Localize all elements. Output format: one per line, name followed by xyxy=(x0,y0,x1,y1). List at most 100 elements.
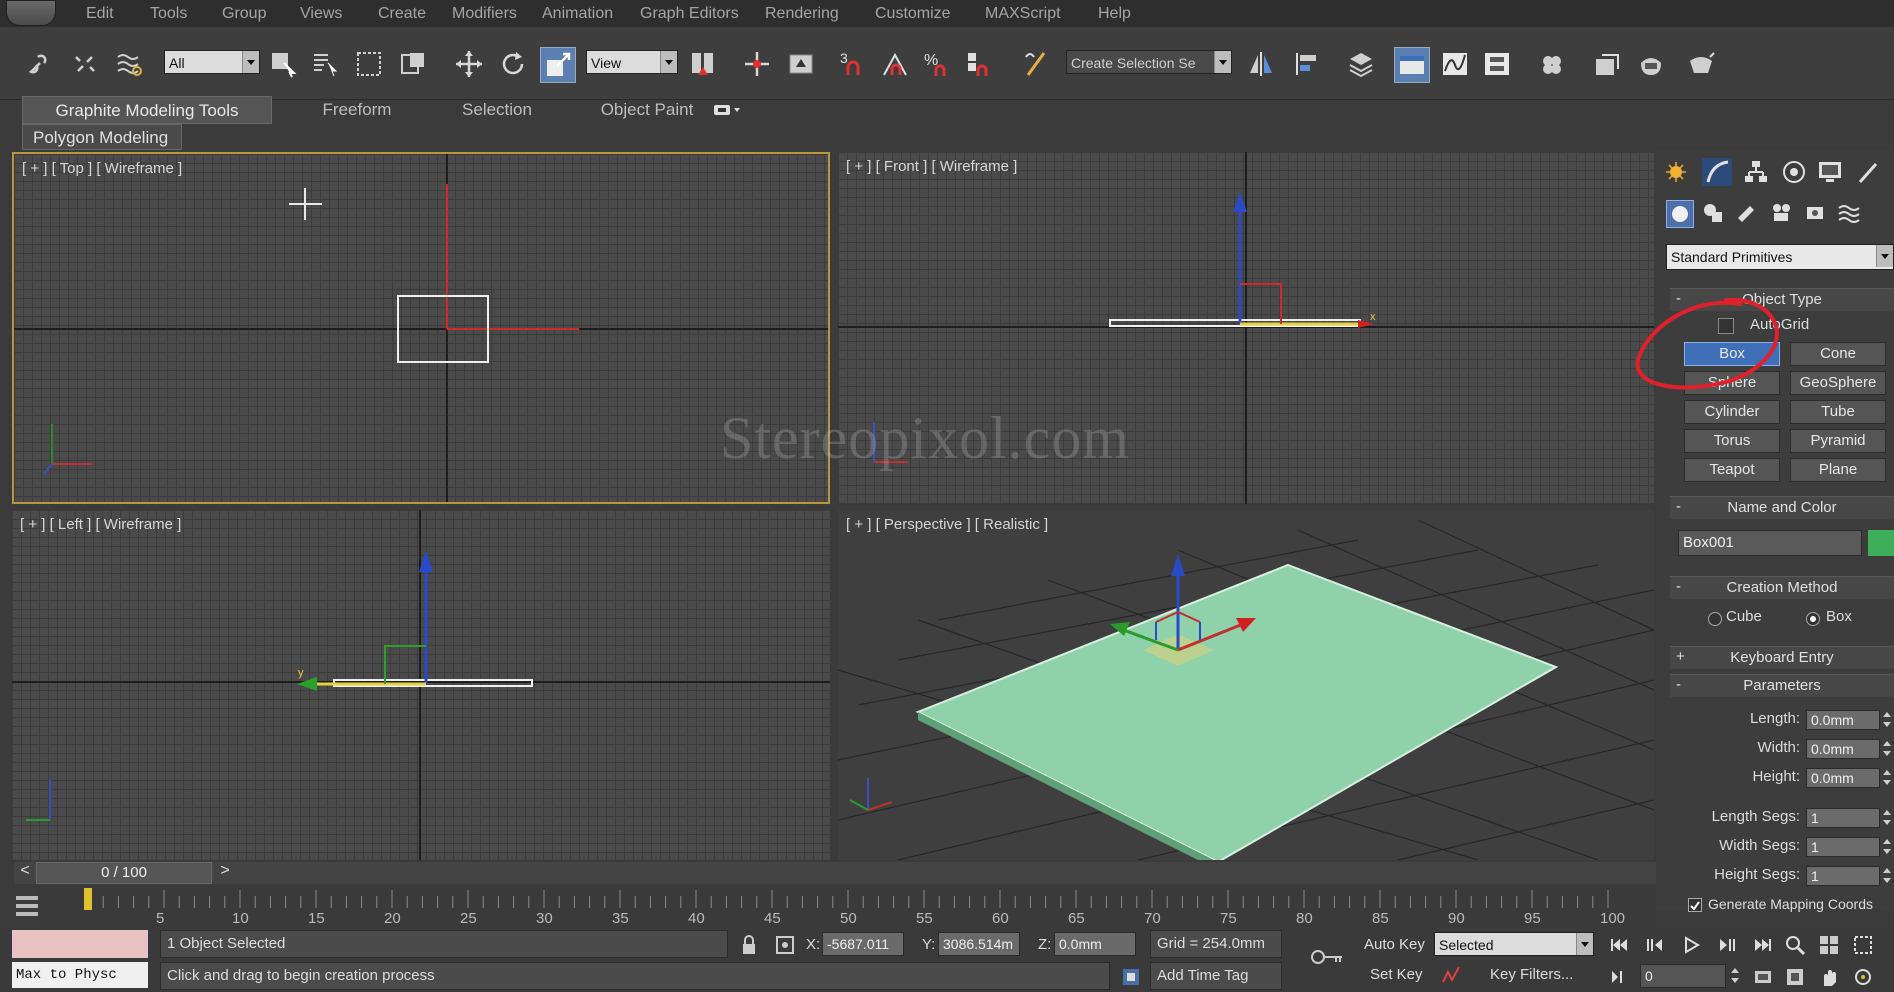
go-to-end-icon[interactable] xyxy=(1752,934,1774,956)
select-by-name-icon[interactable] xyxy=(308,47,342,81)
rendered-frame-window-icon[interactable] xyxy=(1634,47,1668,81)
length-field[interactable]: 0.0mm xyxy=(1806,710,1880,730)
menu-rendering[interactable]: Rendering xyxy=(765,5,839,23)
teapot-button[interactable]: Teapot xyxy=(1684,458,1780,482)
schematic-view-icon[interactable] xyxy=(1480,47,1514,81)
plane-button[interactable]: Plane xyxy=(1790,458,1886,482)
selection-filter-dropdown[interactable]: All xyxy=(164,50,260,74)
cube-radio[interactable] xyxy=(1708,612,1722,626)
zoom-extents-icon[interactable] xyxy=(1852,934,1874,956)
key-mode-dropdown[interactable]: Selected xyxy=(1434,932,1594,956)
tab-freeform[interactable]: Freeform xyxy=(282,96,432,124)
pan-icon[interactable] xyxy=(1818,966,1840,988)
maxscript-mini-listener[interactable]: Max to Physc xyxy=(12,962,148,988)
parameters-rollout-header[interactable]: - Parameters xyxy=(1670,674,1894,697)
menu-graph-editors[interactable]: Graph Editors xyxy=(640,5,739,23)
create-tab-icon[interactable] xyxy=(1664,160,1688,184)
play-icon[interactable] xyxy=(1680,934,1702,956)
pivot-center-icon[interactable] xyxy=(686,47,720,81)
absolute-mode-icon[interactable] xyxy=(774,934,796,956)
generate-mapping-checkbox[interactable] xyxy=(1688,898,1702,912)
set-key-button[interactable]: Set Key xyxy=(1370,966,1423,983)
time-tag-icon[interactable] xyxy=(1120,966,1142,988)
prev-frame-arrow-icon[interactable]: < xyxy=(14,862,36,884)
select-object-icon[interactable] xyxy=(266,47,300,81)
mini-curve-editor-icon[interactable] xyxy=(14,888,40,922)
x-coordinate-field[interactable]: -5687.011 xyxy=(822,932,904,956)
length-segs-spinner[interactable] xyxy=(1882,808,1892,828)
percent-snap-icon[interactable]: % xyxy=(920,47,954,81)
set-key-icon[interactable] xyxy=(1310,946,1346,968)
lock-selection-icon[interactable] xyxy=(738,934,760,956)
menu-tools[interactable]: Tools xyxy=(150,5,187,23)
auto-key-button[interactable]: Auto Key xyxy=(1364,936,1425,953)
zoom-icon[interactable] xyxy=(1784,934,1806,956)
name-color-rollout-header[interactable]: - Name and Color xyxy=(1670,496,1894,519)
object-color-swatch[interactable] xyxy=(1868,530,1894,556)
display-tab-icon[interactable] xyxy=(1816,158,1844,186)
utilities-tab-icon[interactable] xyxy=(1854,158,1882,186)
hierarchy-tab-icon[interactable] xyxy=(1742,158,1770,186)
orbit-icon[interactable] xyxy=(1852,966,1874,988)
cone-button[interactable]: Cone xyxy=(1790,342,1886,366)
z-coordinate-field[interactable]: 0.0mm xyxy=(1054,932,1136,956)
layer-manager-icon[interactable] xyxy=(1344,47,1378,81)
current-frame-field[interactable]: 0 xyxy=(1640,964,1726,988)
track-bar[interactable]: 5 10 15 20 25 30 35 40 45 50 55 60 65 70 75 80 85 90 95 100 xyxy=(38,886,1656,927)
tab-graphite-modeling-tools[interactable]: Graphite Modeling Tools xyxy=(22,96,272,124)
viewport-perspective[interactable]: [ + ] [ Perspective ] [ Realistic ] xyxy=(838,510,1654,860)
next-frame-icon[interactable] xyxy=(1716,934,1738,956)
rectangular-selection-icon[interactable] xyxy=(352,47,386,81)
height-segs-spinner[interactable] xyxy=(1882,866,1892,886)
window-crossing-icon[interactable] xyxy=(396,47,430,81)
link-icon[interactable] xyxy=(24,47,58,81)
viewport-perspective-label[interactable]: [ + ] [ Perspective ] [ Realistic ] xyxy=(846,516,1048,533)
motion-tab-icon[interactable] xyxy=(1780,158,1808,186)
graphite-toggle-icon[interactable] xyxy=(1394,47,1430,83)
menu-group[interactable]: Group xyxy=(222,5,266,23)
viewport-front-label[interactable]: [ + ] [ Front ] [ Wireframe ] xyxy=(846,158,1017,175)
pyramid-button[interactable]: Pyramid xyxy=(1790,429,1886,453)
material-editor-icon[interactable] xyxy=(1534,47,1568,81)
tab-object-paint[interactable]: Object Paint xyxy=(562,96,732,124)
width-segs-spinner[interactable] xyxy=(1882,837,1892,857)
ribbon-options-icon[interactable] xyxy=(712,102,742,118)
menu-views[interactable]: Views xyxy=(300,5,342,23)
field-of-view-icon[interactable] xyxy=(1784,966,1806,988)
cylinder-button[interactable]: Cylinder xyxy=(1684,400,1780,424)
zoom-all-icon[interactable] xyxy=(1818,934,1840,956)
tab-selection[interactable]: Selection xyxy=(422,96,572,124)
menu-maxscript[interactable]: MAXScript xyxy=(985,5,1061,23)
key-curve-icon[interactable] xyxy=(1440,964,1462,986)
length-segs-field[interactable]: 1 xyxy=(1806,808,1880,828)
space-warps-icon[interactable] xyxy=(1836,200,1862,226)
time-slider[interactable]: < 0 / 100 > xyxy=(14,862,1656,884)
y-coordinate-field[interactable]: 3086.514m xyxy=(938,932,1020,956)
add-time-tag[interactable]: Add Time Tag xyxy=(1150,962,1282,990)
mirror-icon[interactable] xyxy=(1244,47,1278,81)
torus-button[interactable]: Torus xyxy=(1684,429,1780,453)
modify-tab-icon[interactable] xyxy=(1702,158,1732,186)
category-dropdown[interactable]: Standard Primitives xyxy=(1666,244,1894,270)
time-configuration-icon[interactable] xyxy=(1752,966,1774,988)
reference-coordinate-dropdown[interactable]: View xyxy=(586,50,678,74)
snaps-toggle-icon[interactable]: 3 xyxy=(836,47,870,81)
next-frame-arrow-icon[interactable]: > xyxy=(214,862,236,884)
viewport-left[interactable]: y [ + ] [ Left ] [ Wireframe ] xyxy=(12,510,830,860)
spinner-snap-icon[interactable] xyxy=(962,47,996,81)
key-filters-button[interactable]: Key Filters... xyxy=(1490,966,1573,983)
go-to-start-icon[interactable] xyxy=(1608,934,1630,956)
angle-snap-icon[interactable] xyxy=(878,47,912,81)
application-button[interactable] xyxy=(6,0,56,26)
menu-animation[interactable]: Animation xyxy=(542,5,613,23)
previous-frame-icon[interactable] xyxy=(1644,934,1666,956)
creation-method-rollout-header[interactable]: - Creation Method xyxy=(1670,576,1894,599)
geosphere-button[interactable]: GeoSphere xyxy=(1790,371,1886,395)
select-manipulate-icon[interactable] xyxy=(740,47,774,81)
menu-edit[interactable]: Edit xyxy=(86,5,114,23)
rotate-icon[interactable] xyxy=(496,47,530,81)
move-icon[interactable] xyxy=(452,47,486,81)
box-radio[interactable] xyxy=(1806,612,1820,626)
unlink-icon[interactable] xyxy=(68,47,102,81)
height-field[interactable]: 0.0mm xyxy=(1806,768,1880,788)
